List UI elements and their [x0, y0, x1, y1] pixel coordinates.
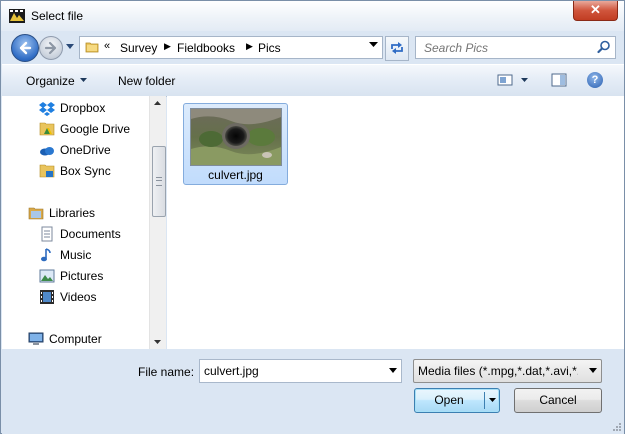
- nav-item-label: Dropbox: [60, 101, 106, 115]
- help-icon[interactable]: ?: [587, 72, 603, 88]
- nav-item-label: Pictures: [60, 269, 104, 283]
- libraries-icon: [28, 207, 44, 220]
- cancel-button[interactable]: Cancel: [514, 388, 602, 413]
- open-options-dropdown-icon[interactable]: [489, 398, 496, 402]
- dropbox-icon: [39, 102, 55, 116]
- view-dropdown-icon[interactable]: [521, 78, 528, 82]
- close-button[interactable]: ✕: [573, 1, 618, 21]
- breadcrumb-fieldbooks[interactable]: Fieldbooks: [177, 41, 235, 55]
- forward-button[interactable]: [39, 36, 63, 60]
- nav-item-label: Google Drive: [60, 122, 131, 136]
- recent-locations-dropdown[interactable]: [66, 44, 74, 49]
- file-type-selected: Media files (*.mpg,*.dat,*.avi,*.wmv): [418, 364, 578, 378]
- file-thumbnail: [190, 108, 282, 166]
- window-title: Select file: [31, 9, 84, 23]
- nav-item-label: Computer: [49, 332, 102, 346]
- new-folder-button[interactable]: New folder: [118, 74, 175, 88]
- navigation-pane: Dropbox Google Drive OneDrive Box Sync L…: [2, 96, 166, 349]
- music-icon: [41, 248, 51, 262]
- nav-item-label: Music: [60, 248, 92, 262]
- file-name-dropdown-icon[interactable]: [389, 368, 397, 373]
- back-button[interactable]: [11, 34, 39, 62]
- back-arrow-icon: [19, 41, 32, 55]
- folder-icon: [85, 42, 99, 53]
- refresh-button[interactable]: [385, 36, 409, 61]
- nav-item-label: Documents: [60, 227, 121, 241]
- title-bar[interactable]: Select file ✕: [1, 1, 624, 31]
- dialog-footer: File name: Media files (*.mpg,*.dat,*.av…: [2, 350, 624, 434]
- file-type-dropdown-icon[interactable]: [589, 368, 597, 373]
- pictures-icon: [39, 269, 55, 283]
- search-input[interactable]: [416, 37, 594, 57]
- resize-grip-icon[interactable]: [612, 422, 622, 432]
- file-type-select[interactable]: Media files (*.mpg,*.dat,*.avi,*.wmv): [413, 359, 602, 383]
- address-dropdown-icon[interactable]: [369, 42, 378, 47]
- culvert-thumbnail-image: [191, 109, 281, 165]
- address-bar[interactable]: « Survey ▶ Fieldbooks ▶ Pics: [79, 36, 383, 59]
- grip-icon: [156, 177, 162, 186]
- forward-arrow-icon: [44, 41, 57, 55]
- breadcrumb-separator[interactable]: ▶: [164, 41, 171, 52]
- organize-menu[interactable]: Organize: [26, 74, 75, 88]
- breadcrumb-survey[interactable]: Survey: [120, 41, 157, 55]
- open-button[interactable]: Open: [414, 388, 500, 413]
- view-options-icon[interactable]: [497, 73, 513, 87]
- breadcrumb-pics[interactable]: Pics: [258, 41, 281, 55]
- scroll-down-icon[interactable]: [154, 340, 161, 344]
- google-drive-icon: [39, 122, 55, 136]
- nav-item-label: Libraries: [49, 206, 96, 220]
- file-dialog: Select file ✕ « Survey ▶ Fieldbooks ▶ Pi…: [0, 0, 625, 434]
- organize-dropdown-icon[interactable]: [80, 78, 87, 82]
- navigation-bar: « Survey ▶ Fieldbooks ▶ Pics: [1, 31, 624, 63]
- overflow-chevron[interactable]: «: [104, 40, 110, 52]
- documents-icon: [41, 226, 53, 242]
- nav-item-label: OneDrive: [60, 143, 111, 157]
- videos-icon: [40, 290, 54, 304]
- file-item[interactable]: culvert.jpg: [183, 103, 288, 185]
- search-box[interactable]: [415, 36, 616, 59]
- breadcrumb-separator[interactable]: ▶: [246, 41, 253, 52]
- scrollbar-thumb[interactable]: [152, 146, 166, 217]
- preview-pane-icon[interactable]: [551, 73, 567, 87]
- close-icon: ✕: [590, 2, 601, 17]
- open-button-label: Open: [434, 393, 464, 407]
- computer-icon: [28, 332, 44, 345]
- file-name-label: culvert.jpg: [208, 168, 263, 182]
- scroll-up-icon[interactable]: [154, 101, 161, 105]
- box-sync-icon: [39, 164, 55, 178]
- nav-pane-scrollbar[interactable]: [149, 96, 166, 349]
- file-name-input[interactable]: [200, 360, 384, 381]
- file-list-pane[interactable]: culvert.jpg: [167, 96, 624, 349]
- file-name-combobox[interactable]: [199, 359, 402, 383]
- command-toolbar: Organize New folder ?: [2, 64, 624, 97]
- nav-item-label: Videos: [60, 290, 97, 304]
- split-divider: [484, 392, 485, 409]
- refresh-icon: [391, 42, 403, 54]
- file-name-field-label: File name:: [138, 365, 195, 379]
- app-icon: [9, 9, 25, 23]
- nav-item-label: Box Sync: [60, 164, 111, 178]
- onedrive-icon: [40, 147, 54, 156]
- search-icon[interactable]: [597, 40, 611, 54]
